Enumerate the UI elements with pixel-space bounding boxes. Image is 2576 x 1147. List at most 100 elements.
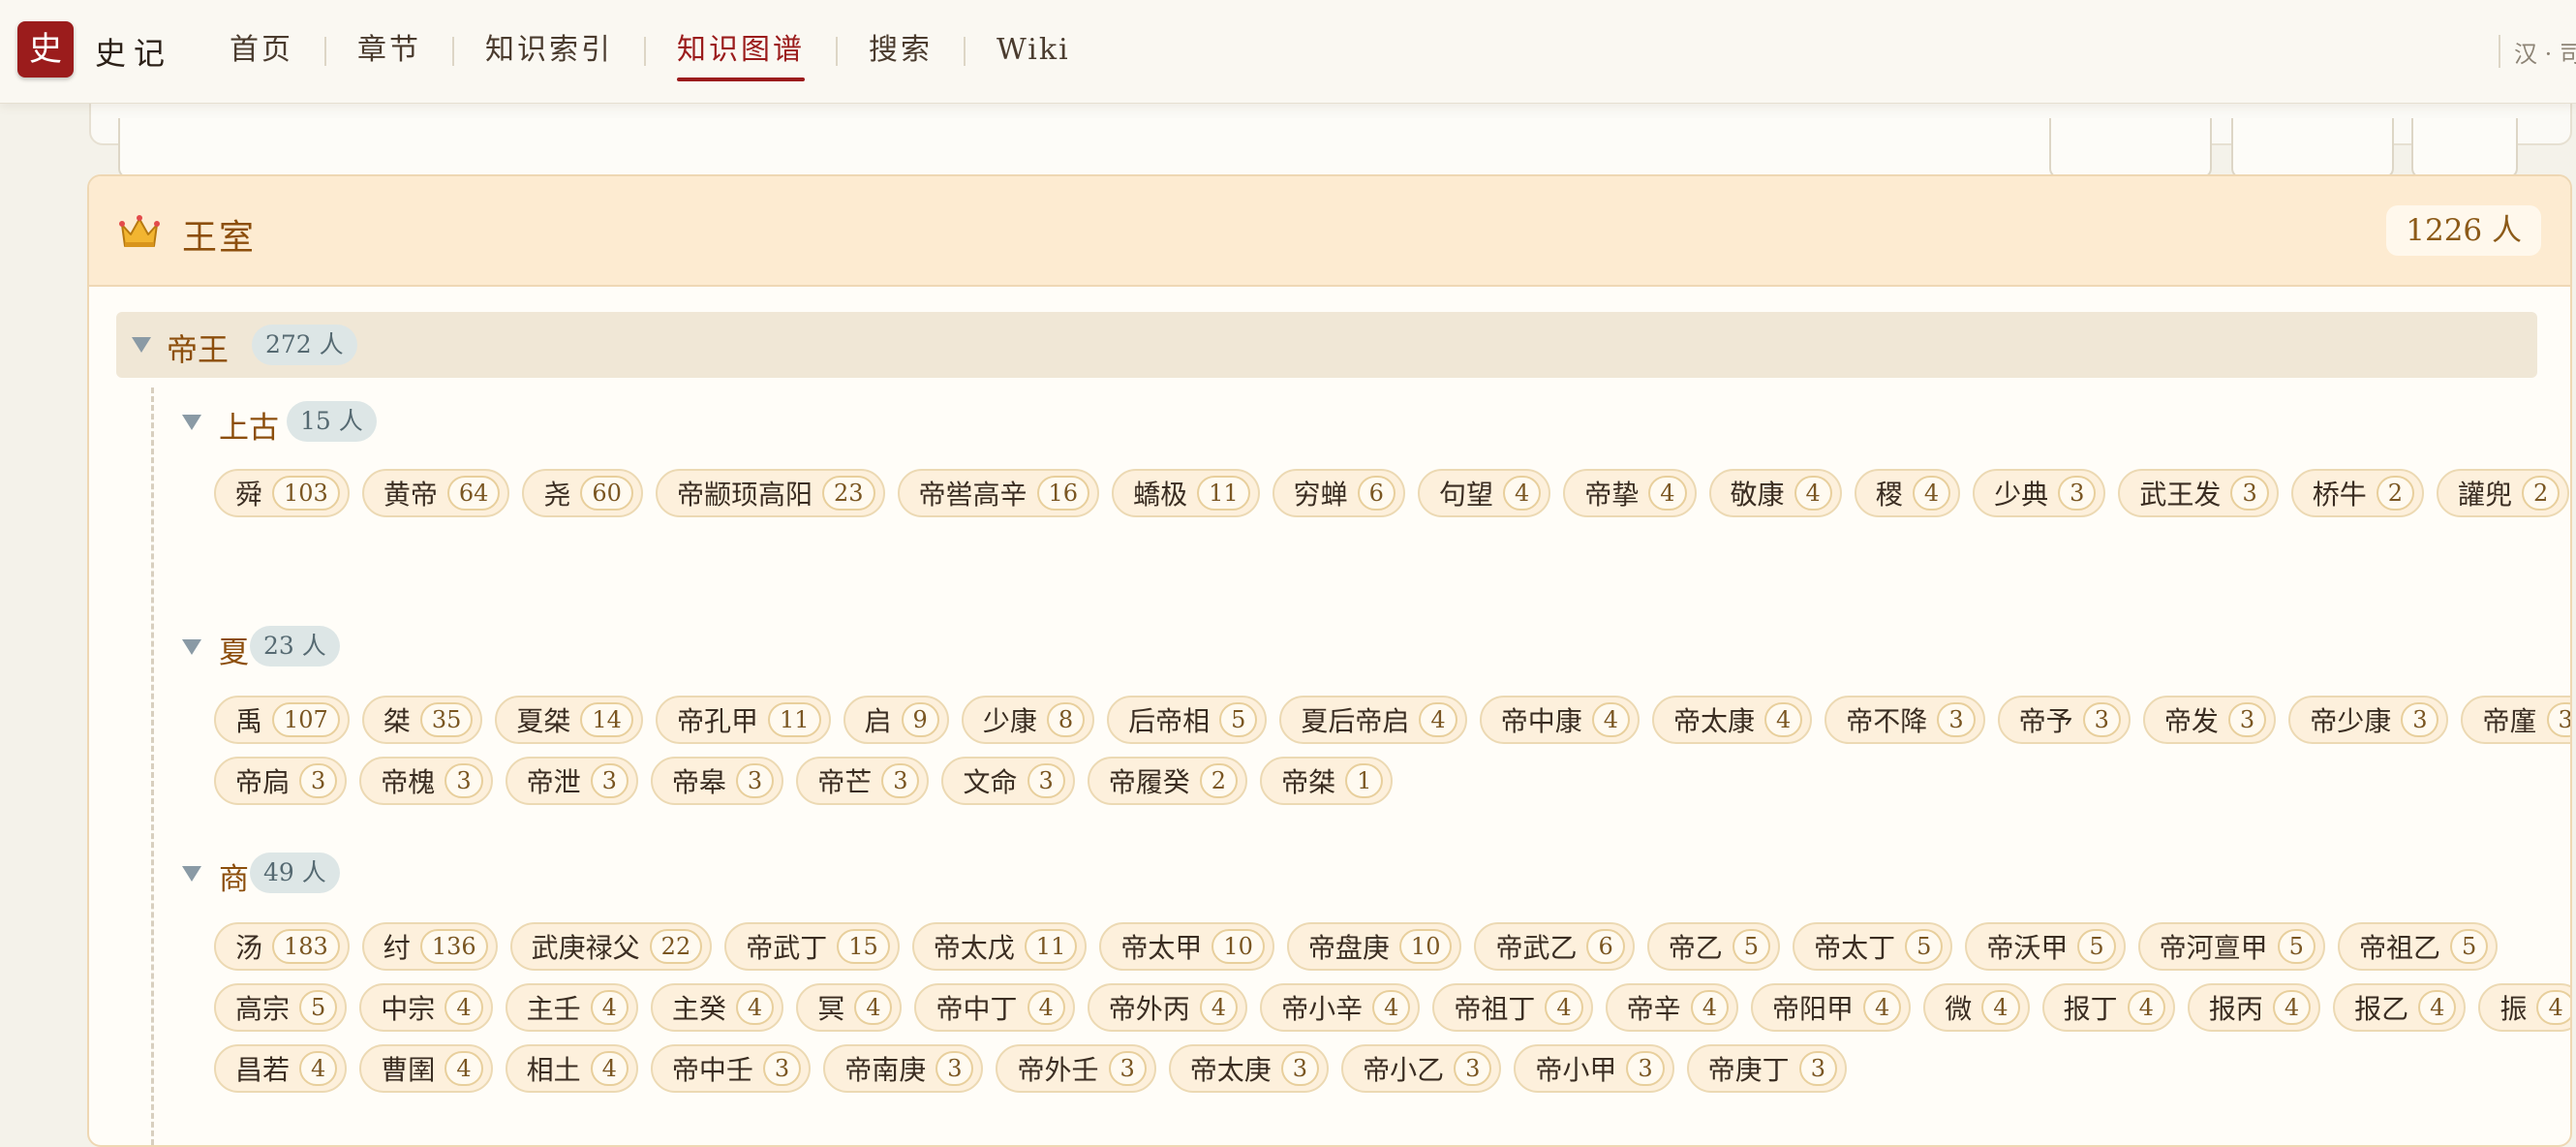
tier-header-emperors[interactable]: 帝王 272 人 <box>116 312 2537 378</box>
nav-search[interactable]: 搜索 <box>838 0 964 103</box>
person-chip[interactable]: 帝中壬 3 <box>650 1044 812 1093</box>
person-chip[interactable]: 帝槐 3 <box>359 757 493 805</box>
person-chip[interactable]: 帝颛顼高阳 23 <box>655 469 885 517</box>
group-header-xia[interactable]: 夏 23 人 <box>182 622 569 670</box>
sort-button[interactable] <box>2231 118 2394 178</box>
person-chip[interactable]: 句望 4 <box>1417 469 1551 517</box>
person-chip[interactable]: 夏后帝启 4 <box>1279 696 1467 744</box>
card-header[interactable]: 王室 1226 人 <box>89 176 2570 287</box>
person-chip[interactable]: 桥牛 2 <box>2290 469 2425 517</box>
person-chip[interactable]: 帝太戊 11 <box>911 922 1088 971</box>
person-chip[interactable]: 纣 136 <box>361 922 498 971</box>
person-chip[interactable]: 稷4 <box>1854 469 1961 517</box>
person-chip[interactable]: 武王发 3 <box>2118 469 2279 517</box>
person-chip[interactable]: 主壬 4 <box>505 983 638 1032</box>
person-chip[interactable]: 帝予 3 <box>1997 696 2131 744</box>
person-chip[interactable]: 武庚禄父 22 <box>509 922 713 971</box>
nav-chapters[interactable]: 章节 <box>326 0 452 103</box>
person-chip[interactable]: 帝乙 5 <box>1646 922 1781 971</box>
site-title[interactable]: 史记 <box>95 29 172 74</box>
nav-home[interactable]: 首页 <box>199 0 324 103</box>
mention-count-badge: 5 <box>1219 702 1258 737</box>
person-chip[interactable]: 帝河亶甲 5 <box>2137 922 2325 971</box>
person-chip[interactable]: 振4 <box>2478 983 2570 1032</box>
person-chip[interactable]: 昌若 4 <box>214 1044 348 1093</box>
person-chip[interactable]: 帝南庚 3 <box>823 1044 984 1093</box>
person-chip[interactable]: 帝祖乙 5 <box>2337 922 2499 971</box>
person-chip[interactable]: 帝太庚 3 <box>1168 1044 1330 1093</box>
person-chip[interactable]: 夏桀 14 <box>495 696 643 744</box>
language-switch[interactable]: 汉 · 司 <box>2499 35 2576 68</box>
person-chip[interactable]: 帝中康 4 <box>1479 696 1640 744</box>
person-chip[interactable]: 文命 3 <box>941 757 1075 805</box>
person-chip[interactable]: 曹圉 4 <box>359 1044 493 1093</box>
person-chip[interactable]: 帝不降 3 <box>1825 696 1985 744</box>
collapse-triangle-icon[interactable] <box>182 866 201 882</box>
person-chip[interactable]: 冥4 <box>796 983 903 1032</box>
nav-knowledge-index[interactable]: 知识索引 <box>454 0 644 103</box>
person-chip[interactable]: 帝武乙 6 <box>1474 922 1635 971</box>
group-header-ancient[interactable]: 上古 15 人 <box>182 397 569 446</box>
nav-wiki[interactable]: Wiki <box>966 0 1101 103</box>
nav-knowledge-graph[interactable]: 知识图谱 <box>646 0 836 103</box>
person-chip[interactable]: 主癸 4 <box>650 983 784 1032</box>
person-chip[interactable]: 启9 <box>843 696 949 744</box>
person-chip[interactable]: 帝挚 4 <box>1563 469 1697 517</box>
person-chip[interactable]: 桀 35 <box>361 696 483 744</box>
person-chip[interactable]: 相土 4 <box>505 1044 638 1093</box>
collapse-triangle-icon[interactable] <box>182 415 201 430</box>
person-chip[interactable]: 禹 107 <box>214 696 350 744</box>
person-chip[interactable]: 帝太康 4 <box>1652 696 1813 744</box>
person-chip[interactable]: 帝桀 1 <box>1260 757 1394 805</box>
person-chip[interactable]: 少康 8 <box>961 696 1095 744</box>
person-chip[interactable]: 帝外丙 4 <box>1087 983 1248 1032</box>
person-chip[interactable]: 尧 60 <box>522 469 643 517</box>
person-chip[interactable]: 少典 3 <box>1973 469 2106 517</box>
person-chip[interactable]: 敬康 4 <box>1708 469 1842 517</box>
person-chip[interactable]: 帝祖丁 4 <box>1432 983 1593 1032</box>
person-chip[interactable]: 帝喾高辛 16 <box>897 469 1100 517</box>
person-chip[interactable]: 报丙 4 <box>2187 983 2321 1032</box>
person-chip[interactable]: 帝太甲 10 <box>1099 922 1274 971</box>
person-chip[interactable]: 报乙 4 <box>2333 983 2467 1032</box>
site-logo[interactable]: 史 <box>17 21 74 78</box>
person-chip[interactable]: 帝扃 3 <box>214 757 348 805</box>
person-chip[interactable]: 帝太丁 5 <box>1793 922 1953 971</box>
person-chip[interactable]: 帝中丁 4 <box>914 983 1075 1032</box>
person-chip[interactable]: 帝小乙 3 <box>1341 1044 1502 1093</box>
person-chip[interactable]: 帝廑 3 <box>2461 696 2570 744</box>
person-chip[interactable]: 报丁 4 <box>2041 983 2175 1032</box>
person-chip[interactable]: 帝少康 3 <box>2288 696 2449 744</box>
person-chip[interactable]: 高宗 5 <box>214 983 348 1032</box>
person-chip[interactable]: 帝泄 3 <box>505 757 638 805</box>
person-chip[interactable]: 帝履癸 2 <box>1087 757 1248 805</box>
collapse-triangle-icon[interactable] <box>132 337 151 353</box>
person-chip[interactable]: 帝盘庚 10 <box>1286 922 1462 971</box>
person-chip[interactable]: 帝芒 3 <box>796 757 930 805</box>
person-chip[interactable]: 帝辛 4 <box>1605 983 1738 1032</box>
person-chip[interactable]: 蟜极 11 <box>1112 469 1260 517</box>
person-chip[interactable]: 帝武丁 15 <box>724 922 900 971</box>
person-chip[interactable]: 帝庚丁 3 <box>1686 1044 1847 1093</box>
person-chip[interactable]: 帝皋 3 <box>650 757 784 805</box>
person-chip[interactable]: 后帝相 5 <box>1107 696 1268 744</box>
person-chip[interactable]: 帝沃甲 5 <box>1965 922 2126 971</box>
person-chip[interactable]: 帝发 3 <box>2142 696 2277 744</box>
person-chip[interactable]: 帝阳甲 4 <box>1750 983 1912 1032</box>
person-chip[interactable]: 微4 <box>1923 983 2030 1032</box>
group-header-shang[interactable]: 商 49 人 <box>182 849 569 897</box>
reset-button[interactable] <box>2411 118 2518 178</box>
person-chip[interactable]: 帝小甲 3 <box>1514 1044 1674 1093</box>
person-chip[interactable]: 黄帝 64 <box>361 469 510 517</box>
person-chip[interactable]: 帝外壬 3 <box>996 1044 1156 1093</box>
person-chip[interactable]: 帝小辛 4 <box>1260 983 1421 1032</box>
collapse-triangle-icon[interactable] <box>182 639 201 655</box>
person-chip[interactable]: 汤 183 <box>214 922 350 971</box>
person-chip[interactable]: 舜 103 <box>214 469 350 517</box>
person-chip[interactable]: 讙兜 2 <box>2437 469 2570 517</box>
person-chip[interactable]: 中宗 4 <box>359 983 493 1032</box>
person-chip[interactable]: 帝孔甲 11 <box>655 696 831 744</box>
filter-button[interactable] <box>2049 118 2212 178</box>
search-input[interactable] <box>118 118 2059 178</box>
person-chip[interactable]: 穷蝉 6 <box>1272 469 1405 517</box>
